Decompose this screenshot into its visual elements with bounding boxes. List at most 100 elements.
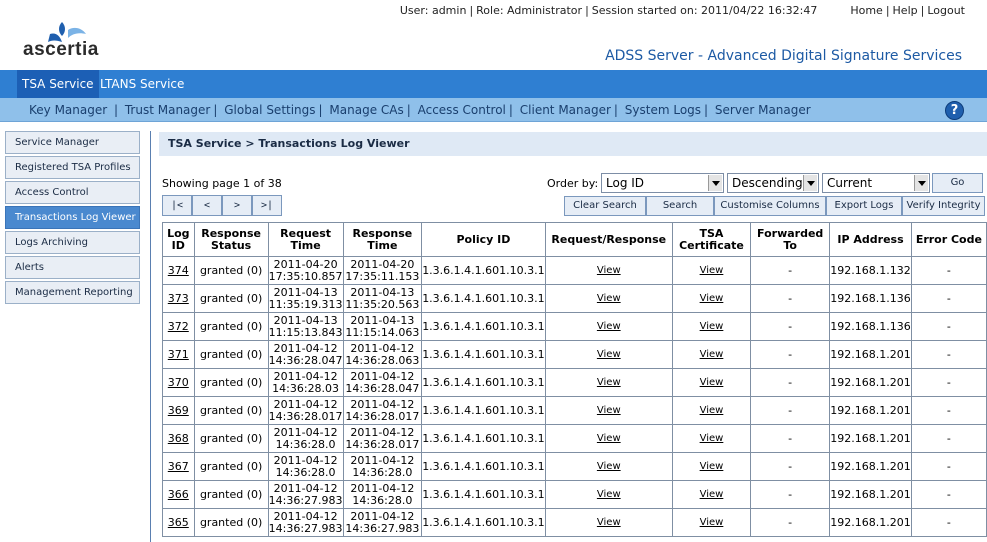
view-tsa-certificate-link[interactable]: View — [700, 293, 724, 304]
sidebar: Service Manager Registered TSA Profiles … — [5, 131, 140, 306]
response-clock: 14:36:27.983 — [345, 521, 420, 535]
search-button[interactable]: Search — [646, 196, 714, 216]
log-id-cell: 371 — [162, 340, 195, 369]
view-request-response-link[interactable]: View — [597, 517, 621, 528]
log-id-link[interactable]: 366 — [168, 488, 189, 501]
ascertia-logo: ascertia — [22, 20, 102, 65]
log-id-link[interactable]: 368 — [168, 432, 189, 445]
logout-link[interactable]: Logout — [927, 4, 965, 17]
sidebar-item-alerts[interactable]: Alerts — [5, 256, 140, 279]
column-header-forwarded-to[interactable]: Forwarded To — [750, 222, 831, 257]
order-field-select[interactable]: Log ID — [601, 173, 724, 193]
request-clock: 14:36:28.017 — [268, 409, 343, 423]
log-id-link[interactable]: 365 — [168, 516, 189, 529]
column-header-request-response[interactable]: Request/Response — [544, 222, 673, 257]
home-link[interactable]: Home — [850, 4, 882, 17]
column-header-tsa-certificate[interactable]: TSA Certificate — [671, 222, 752, 257]
forwarded-to-cell: - — [750, 480, 831, 509]
nav-system-logs[interactable]: System Logs — [625, 103, 701, 117]
session-text: Session started on: 2011/04/22 16:32:47 — [591, 4, 818, 17]
view-request-response-link[interactable]: View — [597, 489, 621, 500]
view-request-response-link[interactable]: View — [597, 405, 621, 416]
view-tsa-certificate-link[interactable]: View — [700, 405, 724, 416]
verify-integrity-button[interactable]: Verify Integrity — [902, 196, 985, 216]
tab-tsa-service[interactable]: TSA Service — [17, 70, 99, 98]
view-request-response-link[interactable]: View — [597, 265, 621, 276]
column-header-ip-address[interactable]: IP Address — [829, 222, 912, 257]
nav-key-manager[interactable]: Key Manager — [29, 103, 107, 117]
view-tsa-certificate-link[interactable]: View — [700, 433, 724, 444]
response-status-cell: granted (0) — [193, 284, 269, 313]
sidebar-item-registered-tsa-profiles[interactable]: Registered TSA Profiles — [5, 156, 140, 179]
column-header-error-code[interactable]: Error Code — [910, 222, 987, 257]
sidebar-item-transactions-log-viewer[interactable]: Transactions Log Viewer — [5, 206, 140, 229]
policy-id-cell: 1.3.6.1.4.1.601.10.3.1 — [421, 284, 546, 313]
view-tsa-certificate-link[interactable]: View — [700, 349, 724, 360]
tsa-certificate-cell: View — [671, 340, 752, 369]
page-title: TSA Service > Transactions Log Viewer — [159, 132, 987, 156]
log-id-link[interactable]: 373 — [168, 292, 189, 305]
view-tsa-certificate-link[interactable]: View — [700, 321, 724, 332]
logo-text: ascertia — [23, 39, 99, 60]
nav-global-settings[interactable]: Global Settings — [224, 103, 315, 117]
help-icon[interactable]: ? — [945, 101, 964, 120]
column-header-policy-id[interactable]: Policy ID — [421, 222, 546, 257]
column-header-response-time[interactable]: Response Time — [342, 222, 423, 257]
previous-page-button[interactable]: < — [192, 195, 222, 216]
log-id-link[interactable]: 374 — [168, 264, 189, 277]
view-tsa-certificate-link[interactable]: View — [700, 265, 724, 276]
view-tsa-certificate-link[interactable]: View — [700, 517, 724, 528]
column-header-response-status[interactable]: Response Status — [193, 222, 269, 257]
column-header-request-time[interactable]: Request Time — [267, 222, 344, 257]
view-tsa-certificate-link[interactable]: View — [700, 377, 724, 388]
view-request-response-link[interactable]: View — [597, 433, 621, 444]
request-response-cell: View — [544, 256, 673, 285]
tsa-certificate-cell: View — [671, 256, 752, 285]
sidebar-item-service-manager[interactable]: Service Manager — [5, 131, 140, 154]
view-request-response-link[interactable]: View — [597, 377, 621, 388]
view-request-response-link[interactable]: View — [597, 461, 621, 472]
view-tsa-certificate-link[interactable]: View — [700, 461, 724, 472]
response-clock: 14:36:28.017 — [345, 437, 420, 451]
view-request-response-link[interactable]: View — [597, 321, 621, 332]
nav-trust-manager[interactable]: Trust Manager — [125, 103, 210, 117]
request-time-cell: 2011-04-12 14:36:27.983 — [267, 508, 344, 537]
sidebar-item-logs-archiving[interactable]: Logs Archiving — [5, 231, 140, 254]
log-id-link[interactable]: 369 — [168, 404, 189, 417]
nav-server-manager[interactable]: Server Manager — [715, 103, 811, 117]
next-page-button[interactable]: > — [222, 195, 252, 216]
sidebar-item-access-control[interactable]: Access Control — [5, 181, 140, 204]
scope-select[interactable]: Current — [822, 173, 930, 193]
table-row: 373 granted (0) 2011-04-13 11:35:19.313 2011… — [162, 284, 987, 313]
dropdown-arrow-icon[interactable] — [914, 175, 928, 191]
view-request-response-link[interactable]: View — [597, 349, 621, 360]
column-header-log-id[interactable]: Log ID — [162, 222, 195, 257]
table-row: 371 granted (0) 2011-04-12 14:36:28.047 2011… — [162, 340, 987, 369]
first-page-button[interactable]: |< — [162, 195, 192, 216]
nav-access-control[interactable]: Access Control — [418, 103, 506, 117]
order-direction-select[interactable]: Descending — [727, 173, 819, 193]
dropdown-arrow-icon[interactable] — [803, 175, 817, 191]
view-tsa-certificate-link[interactable]: View — [700, 489, 724, 500]
last-page-button[interactable]: >| — [252, 195, 282, 216]
log-id-link[interactable]: 370 — [168, 376, 189, 389]
view-request-response-link[interactable]: View — [597, 293, 621, 304]
ip-address-cell: 192.168.1.136 — [829, 284, 912, 313]
log-id-link[interactable]: 367 — [168, 460, 189, 473]
help-link[interactable]: Help — [893, 4, 918, 17]
request-clock: 14:36:28.047 — [268, 353, 343, 367]
sidebar-item-management-reporting[interactable]: Management Reporting — [5, 281, 140, 304]
export-logs-button[interactable]: Export Logs — [826, 196, 902, 216]
clear-search-button[interactable]: Clear Search — [564, 196, 646, 216]
nav-manage-cas[interactable]: Manage CAs — [329, 103, 403, 117]
customise-columns-button[interactable]: Customise Columns — [714, 196, 826, 216]
log-id-cell: 372 — [162, 312, 195, 341]
tab-ltans-service[interactable]: LTANS Service — [95, 70, 189, 98]
log-id-link[interactable]: 371 — [168, 348, 189, 361]
go-button[interactable]: Go — [932, 173, 983, 193]
nav-client-manager[interactable]: Client Manager — [520, 103, 611, 117]
log-id-link[interactable]: 372 — [168, 320, 189, 333]
policy-id-cell: 1.3.6.1.4.1.601.10.3.1 — [421, 424, 546, 453]
log-id-cell: 369 — [162, 396, 195, 425]
dropdown-arrow-icon[interactable] — [708, 175, 722, 191]
